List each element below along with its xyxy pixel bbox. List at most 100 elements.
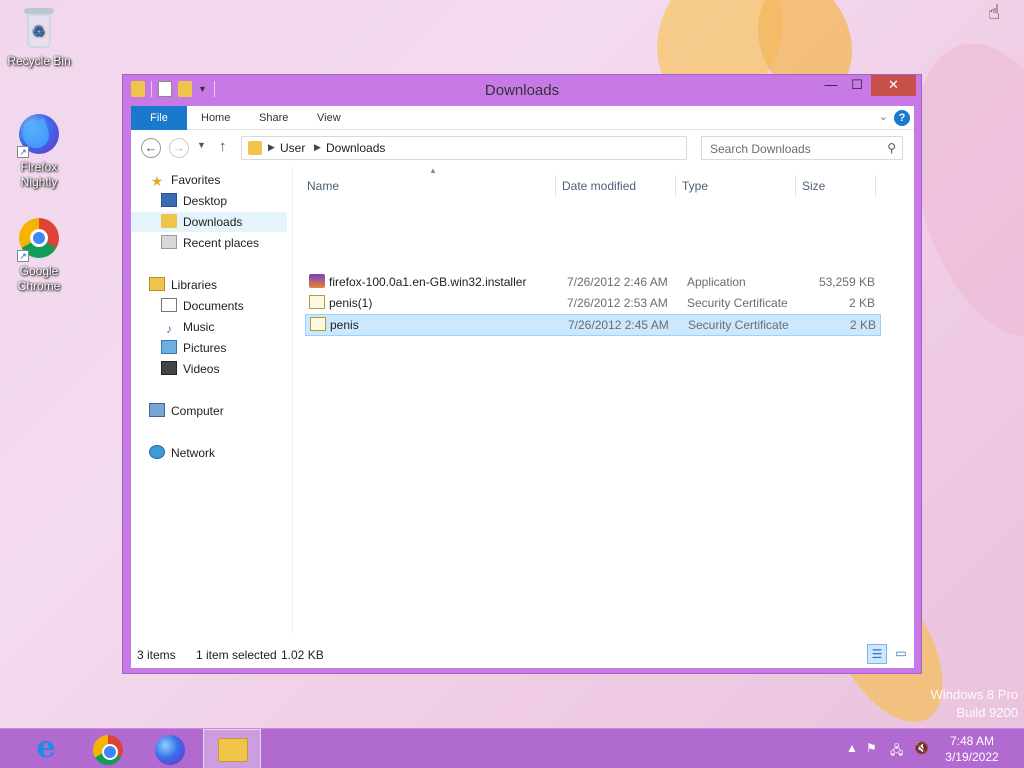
show-hidden-icons-icon[interactable]: ▲: [846, 741, 858, 755]
minimize-button[interactable]: —: [818, 75, 844, 96]
nav-item-videos[interactable]: Videos: [161, 359, 219, 379]
chevron-right-icon[interactable]: ▶: [268, 142, 275, 153]
expand-ribbon-icon[interactable]: ⌄: [879, 110, 888, 123]
installer-icon: [309, 274, 325, 288]
chrome-icon: ↗: [17, 216, 61, 262]
nav-label: Network: [171, 446, 216, 460]
table-row[interactable]: penis(1) 7/26/2012 2:53 AM Security Cert…: [305, 293, 881, 313]
shortcut-arrow-icon: ↗: [17, 146, 29, 158]
taskbar-internet-explorer[interactable]: e: [16, 729, 74, 768]
file-explorer-icon: [218, 738, 248, 762]
nav-label: Pictures: [183, 341, 227, 355]
file-name: firefox-100.0a1.en-GB.win32.installer: [309, 272, 564, 292]
column-header-name[interactable]: Name: [301, 175, 556, 197]
up-button[interactable]: ↑: [219, 138, 227, 155]
navigation-bar: ← → ▼ ↑ ▶ User ▶ Downloads ▼ ↻ Search Do…: [131, 130, 914, 166]
status-bar: 3 items 1 item selected 1.02 KB ☰ ▭: [131, 634, 914, 668]
window-title: Downloads: [484, 82, 560, 99]
file-type: Security Certificate: [687, 296, 788, 310]
watermark-edition: Windows 8 Pro: [930, 687, 1018, 702]
nav-item-downloads[interactable]: Downloads: [131, 212, 287, 232]
file-name: penis(1): [309, 293, 564, 313]
internet-explorer-icon: e: [36, 730, 56, 765]
nav-libraries[interactable]: Libraries: [149, 275, 217, 295]
file-date: 7/26/2012 2:45 AM: [568, 318, 669, 332]
tab-file[interactable]: File: [131, 106, 187, 130]
nav-favorites[interactable]: ★ Favorites: [149, 170, 221, 190]
chrome-icon: [93, 735, 123, 765]
recycle-bin-icon: ♻: [17, 6, 61, 50]
clock-date: 3/19/2022: [945, 750, 999, 764]
search-icon[interactable]: ⚲: [887, 141, 896, 155]
back-button[interactable]: ←: [141, 138, 161, 158]
search-placeholder: Search Downloads: [710, 142, 811, 156]
file-name-text: penis(1): [329, 296, 373, 310]
chevron-right-icon[interactable]: ▶: [314, 142, 321, 153]
file-type: Security Certificate: [688, 318, 789, 332]
maximize-button[interactable]: ☐: [844, 75, 870, 96]
nav-network[interactable]: Network: [149, 443, 215, 463]
tab-home[interactable]: Home: [201, 106, 230, 130]
details-view-button[interactable]: ☰: [867, 644, 887, 664]
file-date: 7/26/2012 2:53 AM: [567, 296, 668, 310]
pictures-icon: [161, 340, 177, 354]
taskbar: e ▲ ⚑ 🖧 🔇 7:48 AM 3/19/2022: [0, 728, 1024, 768]
action-center-flag-icon[interactable]: ⚑: [866, 741, 877, 755]
taskbar-chrome[interactable]: [78, 729, 136, 768]
search-input[interactable]: Search Downloads ⚲: [701, 136, 903, 160]
column-header-size[interactable]: Size: [796, 175, 876, 197]
nav-item-documents[interactable]: Documents: [161, 296, 244, 316]
clock[interactable]: 7:48 AM 3/19/2022: [940, 733, 1004, 765]
libraries-icon: [149, 277, 165, 291]
file-list: ▲ Name Date modified Type Size firefox-1…: [301, 166, 914, 634]
desktop-icon-recycle-bin[interactable]: ♻ Recycle Bin: [3, 6, 75, 69]
file-name-text: penis: [330, 318, 359, 332]
windows-watermark: Windows 8 Pro Build 9200: [931, 686, 1018, 722]
file-type: Application: [687, 275, 746, 289]
nav-item-pictures[interactable]: Pictures: [161, 338, 226, 358]
breadcrumb-user[interactable]: User: [280, 141, 305, 155]
desktop-icon-chrome[interactable]: ↗ Google Chrome: [3, 216, 75, 294]
title-bar[interactable]: ▼ Downloads — ☐ ✕: [123, 75, 921, 105]
taskbar-firefox-nightly[interactable]: [140, 729, 198, 768]
nav-item-desktop[interactable]: Desktop: [161, 191, 227, 211]
explorer-window: ▼ Downloads — ☐ ✕ File Home Share View ⌄…: [122, 74, 922, 674]
selection-size: 1.02 KB: [281, 648, 324, 662]
nav-item-music[interactable]: ♪ Music: [161, 317, 214, 337]
help-icon[interactable]: ?: [894, 110, 910, 126]
nav-label: Downloads: [183, 215, 243, 229]
nav-label: Recent places: [183, 236, 260, 250]
nav-label: Music: [183, 320, 215, 334]
videos-icon: [161, 361, 177, 375]
column-header-type[interactable]: Type: [676, 175, 796, 197]
shortcut-arrow-icon: ↗: [17, 250, 29, 262]
nav-label: Computer: [171, 404, 224, 418]
forward-button[interactable]: →: [169, 138, 189, 158]
content-area: ★ Favorites Desktop Downloads Recent plac…: [131, 166, 914, 634]
recent-locations-icon[interactable]: ▼: [197, 140, 206, 150]
volume-muted-icon[interactable]: 🔇: [914, 741, 929, 755]
certificate-icon: [309, 295, 325, 309]
column-header-date-modified[interactable]: Date modified: [556, 175, 676, 197]
close-button[interactable]: ✕: [871, 75, 916, 96]
table-row-selected[interactable]: penis 7/26/2012 2:45 AM Security Certifi…: [305, 314, 881, 336]
nav-computer[interactable]: Computer: [149, 401, 224, 421]
certificate-icon: [310, 317, 326, 331]
file-date: 7/26/2012 2:46 AM: [567, 275, 668, 289]
file-size: 53,259 KB: [818, 275, 875, 289]
tab-share[interactable]: Share: [259, 106, 288, 130]
breadcrumb-downloads[interactable]: Downloads: [326, 141, 385, 155]
large-icons-view-button[interactable]: ▭: [891, 644, 911, 664]
tab-view[interactable]: View: [317, 106, 341, 130]
address-bar[interactable]: ▶ User ▶ Downloads ▼ ↻: [241, 136, 793, 160]
taskbar-file-explorer[interactable]: [203, 729, 261, 768]
music-icon: ♪: [166, 322, 172, 336]
file-name: penis: [310, 315, 565, 335]
downloads-folder-icon: [161, 214, 177, 228]
desktop-icon-firefox-nightly[interactable]: ↗ Firefox Nightly: [3, 112, 75, 190]
sort-ascending-icon: ▲: [429, 166, 437, 175]
table-row[interactable]: firefox-100.0a1.en-GB.win32.installer 7/…: [305, 272, 881, 292]
network-icon[interactable]: 🖧: [890, 741, 903, 762]
nav-item-recent-places[interactable]: Recent places: [161, 233, 259, 253]
selection-count: 1 item selected: [196, 648, 277, 662]
